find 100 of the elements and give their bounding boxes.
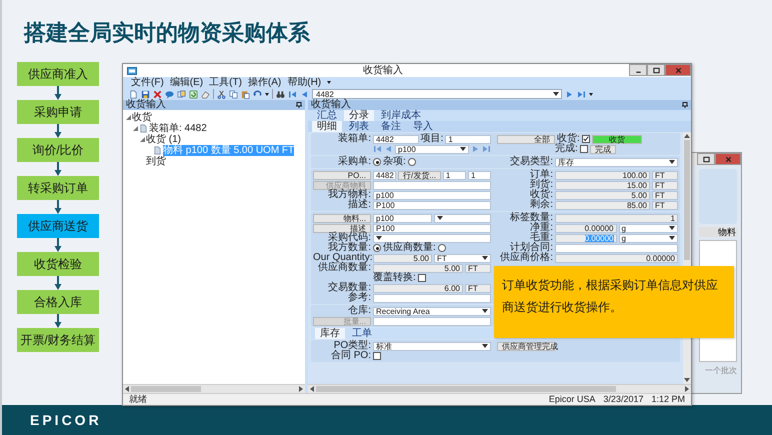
tab[interactable]: 备注 (376, 121, 406, 132)
scroll-right-icon[interactable] (299, 386, 303, 392)
dropdown-field[interactable]: FT (434, 254, 491, 262)
text-field[interactable]: 1 (468, 170, 491, 180)
checkbox[interactable] (418, 274, 426, 282)
text-field[interactable]: 1 (442, 170, 466, 180)
tab[interactable]: 分录 (344, 110, 374, 121)
radio-button[interactable] (373, 158, 381, 166)
horizontal-scrollbar[interactable] (123, 384, 305, 393)
paste-icon[interactable] (241, 90, 250, 98)
copy-icon[interactable] (177, 90, 186, 98)
tab[interactable]: 库存 (315, 328, 345, 339)
scroll-thumb[interactable] (131, 386, 201, 392)
form-button[interactable]: 全部 (497, 134, 555, 144)
form-button[interactable]: 物料... (313, 214, 371, 222)
text-field[interactable] (373, 316, 491, 326)
unit-field[interactable]: FT (652, 170, 678, 180)
scroll-up-icon[interactable] (684, 134, 690, 138)
menu-item[interactable]: 文件(F) (131, 77, 164, 88)
text-field[interactable]: 5.00 (555, 190, 650, 200)
delete-icon[interactable] (153, 90, 162, 98)
dropdown-field[interactable]: 库存 (555, 158, 678, 166)
menu-item[interactable]: 工具(T) (209, 77, 242, 88)
text-field[interactable]: 1 (445, 134, 491, 144)
overflow-icon[interactable] (265, 92, 269, 96)
scroll-left-icon[interactable] (125, 386, 129, 392)
menu-item[interactable]: 编辑(E) (170, 77, 204, 88)
form-button[interactable]: 描述 (313, 224, 371, 232)
form-button[interactable]: 完成 (590, 144, 616, 154)
text-field[interactable]: 0.00000 (555, 224, 616, 232)
pin-icon[interactable] (296, 102, 302, 108)
maximize-button[interactable] (647, 64, 665, 76)
scroll-left-icon[interactable] (310, 386, 314, 392)
undo-icon[interactable] (253, 90, 262, 98)
text-field[interactable]: 100.00 (555, 170, 650, 180)
radio-button[interactable] (438, 244, 446, 252)
text-field[interactable]: 15.00 (555, 180, 650, 190)
scissors-icon[interactable] (217, 90, 226, 98)
dropdown-field[interactable]: g (618, 224, 678, 232)
scroll-thumb[interactable] (684, 140, 690, 260)
scroll-down-icon[interactable] (684, 378, 690, 382)
unit-field[interactable]: FT (465, 264, 491, 272)
close-button[interactable] (715, 153, 741, 165)
dropdown-field[interactable]: p100 (395, 144, 469, 154)
horizontal-scrollbar[interactable] (308, 384, 691, 393)
overflow-icon[interactable] (327, 81, 332, 84)
scroll-thumb[interactable] (316, 386, 616, 392)
expand-icon[interactable] (140, 137, 145, 142)
tree-item[interactable]: 收货 (132, 112, 152, 123)
unit-field[interactable]: FT (652, 190, 678, 200)
tab[interactable]: 列表 (344, 121, 374, 132)
dropdown-field[interactable] (373, 234, 491, 242)
unit-field[interactable]: FT (652, 180, 678, 190)
text-field[interactable]: 4482 (373, 134, 419, 144)
speech-bubble-icon[interactable] (165, 90, 174, 98)
expand-icon[interactable] (133, 126, 138, 131)
checkbox[interactable] (373, 352, 381, 360)
tab[interactable]: 导入 (408, 121, 438, 132)
checkbox[interactable] (580, 145, 588, 153)
radio-button[interactable] (408, 158, 416, 166)
tab[interactable]: 汇总 (312, 110, 342, 121)
text-field[interactable]: P100 (373, 224, 491, 232)
tree-item[interactable]: 装箱单: 4482 (149, 123, 207, 134)
form-button[interactable]: PO... (313, 170, 371, 180)
text-field[interactable] (555, 244, 678, 252)
form-button[interactable]: 行/发货... (398, 170, 441, 180)
text-field[interactable] (373, 294, 491, 302)
unit-field[interactable]: FT (465, 284, 491, 292)
text-field[interactable]: p100 (373, 214, 432, 222)
text-field[interactable] (373, 180, 491, 190)
last-icon[interactable] (577, 90, 586, 98)
close-button[interactable] (665, 64, 691, 76)
binoculars-icon[interactable] (276, 90, 285, 98)
tab[interactable]: 工单 (347, 328, 377, 339)
checkbox[interactable] (582, 135, 590, 143)
copy-icon[interactable] (229, 90, 238, 98)
maximize-button[interactable] (697, 153, 715, 165)
dropdown-field[interactable]: 标准 (373, 342, 491, 350)
radio-button[interactable] (373, 244, 381, 252)
save-icon[interactable] (141, 90, 150, 98)
text-field[interactable]: 4482 (373, 170, 396, 180)
tree-item[interactable]: 到货 (146, 156, 166, 167)
overflow-icon[interactable] (589, 92, 593, 96)
menu-item[interactable]: 帮助(H) (287, 77, 322, 88)
text-field[interactable]: p100 (373, 190, 491, 200)
dropdown-field[interactable]: g (618, 234, 678, 242)
text-field[interactable]: P100 (373, 200, 491, 210)
status-button[interactable]: 收货 (592, 134, 642, 144)
dropdown-field[interactable]: Receiving Area (373, 306, 491, 316)
tab[interactable]: 明细 (312, 121, 342, 132)
dropdown-field[interactable] (434, 214, 491, 222)
pin-icon[interactable] (682, 102, 688, 108)
refresh-icon[interactable] (189, 90, 198, 98)
expand-icon[interactable] (126, 115, 131, 120)
record-dropdown[interactable]: 4482 (312, 89, 562, 99)
menu-item[interactable]: 操作(A) (248, 77, 282, 88)
tab[interactable]: 到岸成本 (376, 110, 426, 121)
text-field[interactable]: 0.00000 (555, 254, 678, 262)
text-field[interactable]: 5.00 (373, 254, 432, 262)
minimize-button[interactable] (629, 64, 647, 76)
